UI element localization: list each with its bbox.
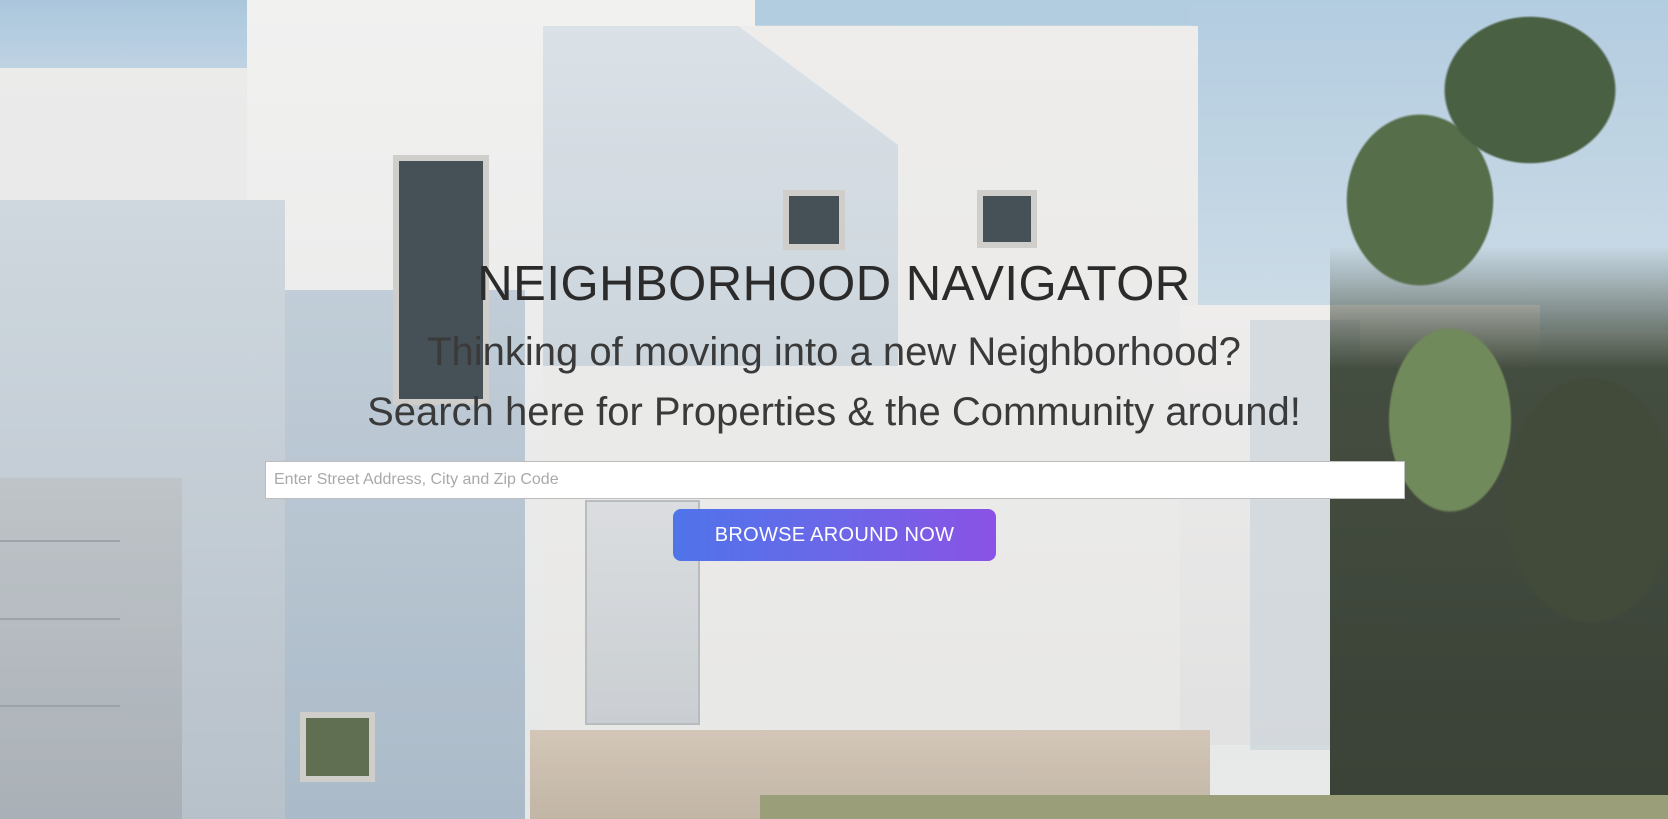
hero-section: NEIGHBORHOOD NAVIGATOR Thinking of movin…: [0, 0, 1668, 819]
browse-around-now-button[interactable]: BROWSE AROUND NOW: [673, 509, 996, 561]
subtitle-line-1: Thinking of moving into a new Neighborho…: [427, 330, 1241, 374]
page-title: NEIGHBORHOOD NAVIGATOR: [477, 257, 1191, 311]
address-search-input[interactable]: [265, 461, 1405, 499]
subtitle-line-2: Search here for Properties & the Communi…: [367, 390, 1301, 434]
